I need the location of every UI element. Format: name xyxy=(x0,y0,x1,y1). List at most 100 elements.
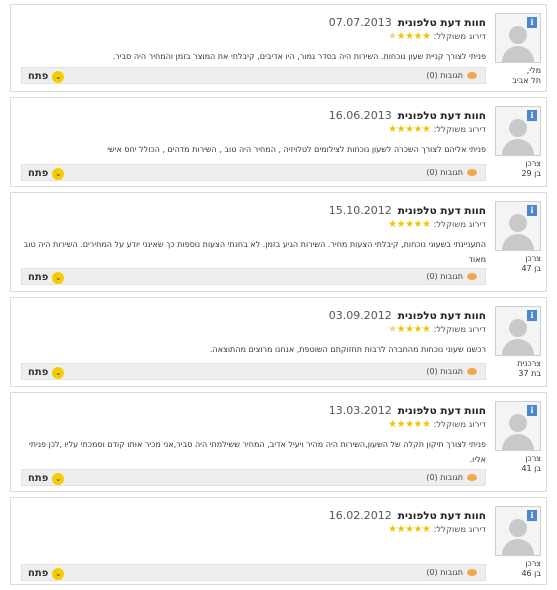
star-full-icon: ★ xyxy=(388,124,397,135)
avatar: i xyxy=(495,401,541,451)
reviewer-name: מלי, xyxy=(526,66,541,75)
review-card: חוות דעת טלפונית 16.06.2013 דירוג משוקלל:… xyxy=(10,97,547,187)
comments-link[interactable]: תגובות (0) xyxy=(426,364,477,379)
comments-count: תגובות (0) xyxy=(426,71,463,80)
open-review-button[interactable]: ⌄פתח xyxy=(28,165,65,180)
rating-stars: ★★★★★ xyxy=(388,419,431,431)
reviewer-info: i מלי, תל אביב xyxy=(495,13,541,86)
open-review-button[interactable]: ⌄פתח xyxy=(28,68,65,83)
review-card: חוות דעת טלפונית 15.10.2012 דירוג משוקלל:… xyxy=(10,192,547,292)
open-label: פתח xyxy=(28,71,49,82)
comments-count: תגובות (0) xyxy=(426,272,463,281)
review-title[interactable]: חוות דעת טלפונית xyxy=(398,310,486,322)
star-full-icon: ★ xyxy=(413,124,423,135)
review-title[interactable]: חוות דעת טלפונית xyxy=(398,17,486,29)
speech-bubble-icon xyxy=(467,72,477,79)
open-label: פתח xyxy=(28,367,49,378)
star-full-icon: ★ xyxy=(413,524,423,535)
star-full-icon: ★ xyxy=(422,124,431,135)
rating-label: דירוג משוקלל: xyxy=(433,32,486,42)
open-label: פתח xyxy=(28,473,49,484)
avatar: i xyxy=(495,201,541,251)
open-review-button[interactable]: ⌄פתח xyxy=(28,364,65,379)
info-icon[interactable]: i xyxy=(527,405,537,416)
chevron-down-icon: ⌄ xyxy=(52,271,65,284)
chevron-down-icon: ⌄ xyxy=(52,70,65,83)
review-content: חוות דעת טלפונית 15.10.2012 דירוג משוקלל:… xyxy=(21,201,486,267)
comments-link[interactable]: תגובות (0) xyxy=(426,269,477,284)
review-title[interactable]: חוות דעת טלפונית xyxy=(398,205,486,217)
review-card: חוות דעת טלפונית 03.09.2012 דירוג משוקלל:… xyxy=(10,297,547,387)
review-title[interactable]: חוות דעת טלפונית xyxy=(398,510,486,522)
reviewer-info: i צרכן בן 29 xyxy=(495,106,541,179)
review-content: חוות דעת טלפונית 13.03.2012 דירוג משוקלל:… xyxy=(21,401,486,467)
rating-label: דירוג משוקלל: xyxy=(433,325,486,335)
reviewer-detail: בן 29 xyxy=(521,169,541,178)
review-content: חוות דעת טלפונית 07.07.2013 דירוג משוקלל:… xyxy=(21,13,486,64)
reviewer-info: i צרכן בן 41 xyxy=(495,401,541,474)
review-date: 16.02.2012 xyxy=(328,509,392,522)
info-icon[interactable]: i xyxy=(527,17,537,28)
comments-count: תגובות (0) xyxy=(426,168,463,177)
review-card: חוות דעת טלפונית 07.07.2013 דירוג משוקלל:… xyxy=(10,4,547,92)
speech-bubble-icon xyxy=(467,169,477,176)
speech-bubble-icon xyxy=(467,368,477,375)
review-text: רכשנו שעוני נוכחות מהחברה לרבות תחזוקתם … xyxy=(209,345,486,354)
review-title[interactable]: חוות דעת טלפונית xyxy=(398,405,486,417)
review-actions-bar: תגובות (0) ⌄פתח xyxy=(21,268,486,285)
reviewer-detail: בן 47 xyxy=(521,264,541,273)
review-actions-bar: תגובות (0) ⌄פתח xyxy=(21,363,486,380)
reviewer-name: צרכן xyxy=(525,254,541,263)
comments-count: תגובות (0) xyxy=(426,568,463,577)
chevron-down-icon: ⌄ xyxy=(52,167,65,180)
review-text: פניתי אליהם לצורך השכרה לשעון נוכחות לצי… xyxy=(107,145,486,154)
open-review-button[interactable]: ⌄פתח xyxy=(28,565,65,580)
star-empty-icon: ★ xyxy=(388,324,397,335)
rating-label: דירוג משוקלל: xyxy=(433,420,486,430)
star-full-icon: ★ xyxy=(413,219,423,230)
speech-bubble-icon xyxy=(467,474,477,481)
info-icon[interactable]: i xyxy=(527,205,537,216)
star-full-icon: ★ xyxy=(405,524,414,535)
star-full-icon: ★ xyxy=(413,324,423,335)
review-text: התעניינתי בשעוני נוכחות, קיבלתי הצעות מח… xyxy=(23,240,486,264)
review-actions-bar: תגובות (0) ⌄פתח xyxy=(21,164,486,181)
review-title[interactable]: חוות דעת טלפונית xyxy=(398,110,486,122)
open-label: פתח xyxy=(28,272,49,283)
review-text: פניתי לצורך תיקון תקלה של השעון,השירות ה… xyxy=(28,440,486,464)
info-icon[interactable]: i xyxy=(527,310,537,321)
open-review-button[interactable]: ⌄פתח xyxy=(28,470,65,485)
info-icon[interactable]: i xyxy=(527,510,537,521)
reviewer-name: צרכן xyxy=(525,559,541,568)
comments-count: תגובות (0) xyxy=(426,473,463,482)
star-full-icon: ★ xyxy=(388,524,397,535)
open-label: פתח xyxy=(28,568,49,579)
reviewer-detail: בת 37 xyxy=(518,369,541,378)
star-full-icon: ★ xyxy=(405,31,414,42)
reviewer-info: i צרכן בן 47 xyxy=(495,201,541,274)
reviewer-info: i צרכנית בת 37 xyxy=(495,306,541,379)
comments-count: תגובות (0) xyxy=(426,367,463,376)
review-content: חוות דעת טלפונית 03.09.2012 דירוג משוקלל:… xyxy=(21,306,486,357)
review-card: חוות דעת טלפונית 13.03.2012 דירוג משוקלל:… xyxy=(10,392,547,492)
star-full-icon: ★ xyxy=(405,419,414,430)
comments-link[interactable]: תגובות (0) xyxy=(426,68,477,83)
review-date: 07.07.2013 xyxy=(328,16,392,29)
avatar: i xyxy=(495,506,541,556)
comments-link[interactable]: תגובות (0) xyxy=(426,565,477,580)
review-content: חוות דעת טלפונית 16.06.2013 דירוג משוקלל:… xyxy=(21,106,486,157)
info-icon[interactable]: i xyxy=(527,110,537,121)
reviewer-detail: בן 46 xyxy=(521,569,541,578)
avatar: i xyxy=(495,306,541,356)
star-full-icon: ★ xyxy=(422,31,431,42)
comments-link[interactable]: תגובות (0) xyxy=(426,470,477,485)
avatar: i xyxy=(495,106,541,156)
comments-link[interactable]: תגובות (0) xyxy=(426,165,477,180)
open-review-button[interactable]: ⌄פתח xyxy=(28,269,65,284)
star-full-icon: ★ xyxy=(388,219,397,230)
star-full-icon: ★ xyxy=(396,419,406,430)
reviewer-name: צרכן xyxy=(525,454,541,463)
review-date: 13.03.2012 xyxy=(328,404,392,417)
star-full-icon: ★ xyxy=(396,124,406,135)
review-actions-bar: תגובות (0) ⌄פתח xyxy=(21,564,486,581)
